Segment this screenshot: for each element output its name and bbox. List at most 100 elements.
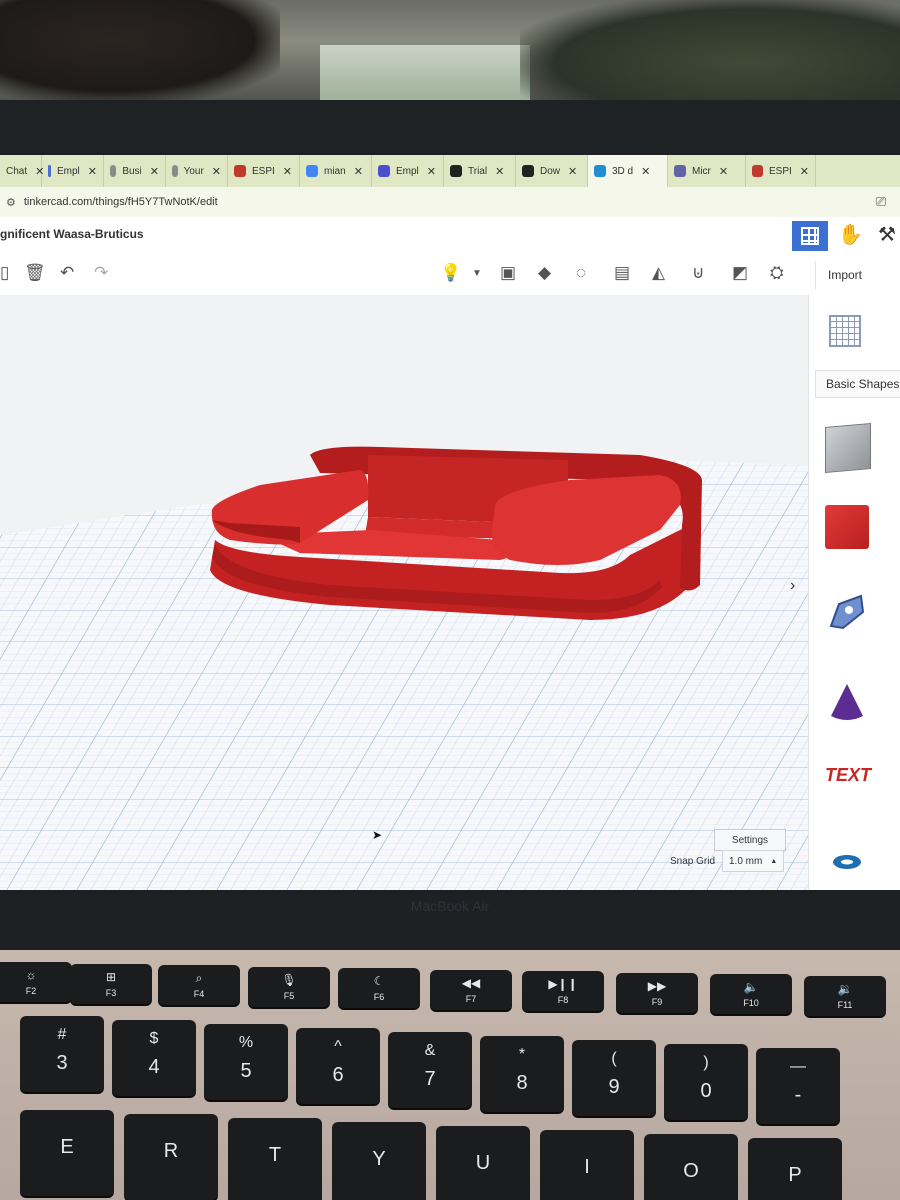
number-key[interactable]: ) 0 <box>664 1044 748 1120</box>
address-bar[interactable]: ⚙ tinkercad.com/things/fH5Y7TwNotK/edit … <box>0 187 900 217</box>
close-tab-icon[interactable]: ✕ <box>354 165 363 178</box>
close-tab-icon[interactable]: ✕ <box>150 165 159 178</box>
function-key[interactable]: ⌕ F4 <box>158 965 240 1005</box>
close-tab-icon[interactable]: ✕ <box>283 165 292 178</box>
import-button[interactable]: Import <box>815 261 900 289</box>
workplane-view[interactable] <box>0 295 808 890</box>
undo-icon[interactable]: ↶ <box>60 263 74 283</box>
letter-key[interactable]: U <box>436 1126 530 1200</box>
cast-icon[interactable]: ⎚ <box>876 194 886 210</box>
snap-grid-select[interactable]: 1.0 mm ▲ <box>722 850 784 872</box>
function-key[interactable]: ▶▶ F9 <box>616 972 698 1013</box>
redo-icon[interactable]: ↷ <box>94 263 108 283</box>
browser-tab[interactable]: Busi ✕ <box>104 155 166 187</box>
letter-key[interactable]: T <box>228 1118 322 1200</box>
close-tab-icon[interactable]: ✕ <box>568 165 577 178</box>
note-icon[interactable]: ▣ <box>500 263 516 283</box>
function-key[interactable]: 🔈 F10 <box>710 974 792 1014</box>
browser-tab[interactable]: 3D d ✕ <box>588 155 668 187</box>
caret-up-icon: ▲ <box>770 857 778 865</box>
room-background <box>0 0 900 105</box>
function-key[interactable]: ☾ F6 <box>338 968 420 1008</box>
browser-tab[interactable]: ESPI ✕ <box>746 155 816 187</box>
shape-category-select[interactable]: Basic Shapes <box>815 370 900 398</box>
number-key[interactable]: (9 <box>572 1040 656 1116</box>
chevron-down-icon[interactable]: ▼ <box>472 268 482 279</box>
group-icon[interactable]: ◆ <box>538 263 551 283</box>
browser-tab[interactable]: Micr ✕ <box>668 155 746 187</box>
box-shape[interactable] <box>825 505 869 549</box>
letter-key[interactable]: E <box>20 1110 114 1196</box>
favicon-icon <box>594 165 606 177</box>
snap-grid-value: 1.0 mm <box>729 855 763 867</box>
key-main-symbol: 3 <box>56 1052 68 1074</box>
number-key[interactable]: #3 <box>20 1016 104 1092</box>
browser-tab[interactable]: Dow ✕ <box>516 155 588 187</box>
function-key-icon: ☾ <box>373 974 385 988</box>
align-icon[interactable]: ▤ <box>614 263 630 283</box>
tab-label: Chat <box>6 165 28 177</box>
workplane-canvas[interactable]: › ➤ Settings Snap Grid 1.0 mm ▲ <box>0 295 808 890</box>
chevron-right-icon[interactable]: › <box>790 577 795 595</box>
function-key[interactable]: 🔉 F11 <box>804 975 886 1016</box>
number-key[interactable]: & 7 <box>388 1032 472 1108</box>
letter-key[interactable]: Y <box>332 1122 426 1200</box>
close-tab-icon[interactable]: ✕ <box>88 165 97 178</box>
settings-button[interactable]: Settings <box>714 829 786 851</box>
function-key[interactable]: ⊞ F3 <box>70 963 152 1004</box>
url-text[interactable]: tinkercad.com/things/fH5Y7TwNotK/edit <box>24 196 218 208</box>
letter-key[interactable]: R <box>124 1114 218 1200</box>
close-tab-icon[interactable]: ✕ <box>427 165 436 178</box>
ruler-icon[interactable]: ⛭ <box>770 263 784 283</box>
function-key-icon: 🔉 <box>837 981 853 996</box>
mirror-icon[interactable]: ◭ <box>652 263 665 283</box>
close-tab-icon[interactable]: ✕ <box>641 165 650 178</box>
letter-key[interactable]: O <box>644 1134 738 1200</box>
blocks-icon[interactable]: ✋ <box>838 222 863 247</box>
function-key[interactable]: ◀◀ F7 <box>430 969 512 1010</box>
function-key[interactable]: 🎙 F5 <box>248 966 330 1007</box>
cone-shape[interactable] <box>825 680 869 724</box>
number-key[interactable]: $4 <box>112 1020 196 1096</box>
letter-key[interactable]: P <box>748 1138 842 1200</box>
browser-tab[interactable]: Chat ✕ <box>0 155 44 187</box>
browser-tab[interactable]: Empl ✕ <box>372 155 444 187</box>
browser-tab-bar: Chat ✕ Empl ✕ Busi ✕ Your ✕ ESPI ✕ mian ✕ Empl ✕ Trial… <box>0 155 900 187</box>
number-key[interactable]: ^ 6 <box>296 1028 380 1104</box>
copy-icon[interactable]: ▯ <box>0 263 9 283</box>
bricks-icon[interactable]: ⚒ <box>878 222 896 247</box>
text-shape[interactable]: TEXT <box>825 765 871 809</box>
light-bulb-icon[interactable]: 💡 <box>440 263 461 283</box>
3d-view-button[interactable] <box>792 221 828 251</box>
browser-tab[interactable]: Empl ✕ <box>42 155 104 187</box>
number-key[interactable]: — - <box>756 1048 840 1124</box>
workplane-icon[interactable]: ◩ <box>732 263 748 283</box>
close-tab-icon[interactable]: ✕ <box>495 165 504 178</box>
scribble-shape[interactable] <box>825 590 869 634</box>
browser-tab[interactable]: Your ✕ <box>166 155 228 187</box>
ungroup-icon[interactable]: ◌ <box>576 263 586 283</box>
close-tab-icon[interactable]: ✕ <box>800 165 809 178</box>
magnet-icon[interactable]: ⊍ <box>692 263 704 283</box>
letter-key[interactable]: I <box>540 1130 634 1200</box>
project-title[interactable]: gnificent Waasa-Bruticus <box>0 227 144 241</box>
number-key[interactable]: % 5 <box>204 1024 288 1100</box>
favicon-icon <box>234 165 246 177</box>
tab-label: 3D d <box>612 165 634 177</box>
function-key[interactable]: ▶❙❙ F8 <box>522 971 604 1011</box>
site-settings-icon[interactable]: ⚙ <box>6 196 16 209</box>
grid-toggle-icon[interactable] <box>829 315 861 347</box>
browser-tab[interactable]: mian ✕ <box>300 155 372 187</box>
close-tab-icon[interactable]: ✕ <box>719 165 728 178</box>
box-hole-shape[interactable] <box>825 422 871 474</box>
favicon-icon <box>674 165 686 177</box>
torus-shape[interactable] <box>825 850 869 890</box>
sofa-model[interactable] <box>210 446 702 620</box>
delete-icon[interactable]: 🗑 <box>24 263 46 283</box>
browser-tab[interactable]: Trial ✕ <box>444 155 516 187</box>
function-key[interactable]: ☼ F2 <box>0 962 72 1002</box>
close-tab-icon[interactable]: ✕ <box>212 165 221 178</box>
function-key-icon: 🎙 <box>281 972 297 987</box>
number-key[interactable]: * 8 <box>480 1036 564 1112</box>
browser-tab[interactable]: ESPI ✕ <box>228 155 300 187</box>
